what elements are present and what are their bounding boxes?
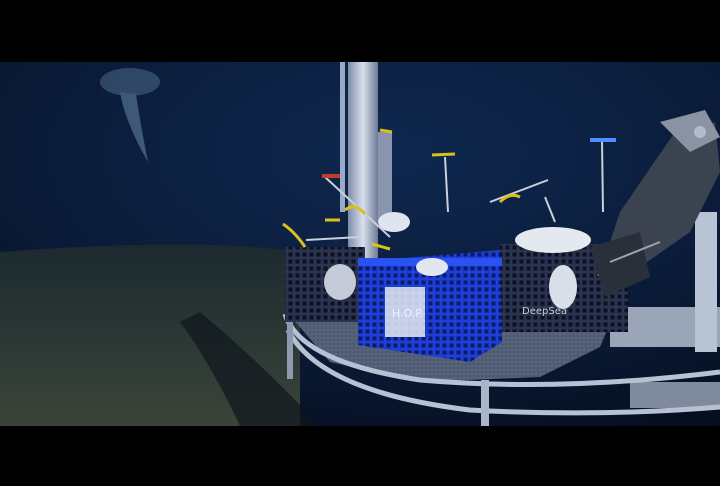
lower-plate xyxy=(630,382,720,408)
letterbox-top xyxy=(0,0,720,62)
sample-bag xyxy=(324,264,356,300)
crate-label: H.O.P. xyxy=(392,307,424,320)
letterbox-bottom xyxy=(0,426,720,486)
side-pipe xyxy=(340,62,345,212)
pole-bracket xyxy=(378,132,392,222)
railing-post xyxy=(287,317,293,379)
red-tag xyxy=(322,174,340,178)
blue-crate xyxy=(358,250,502,362)
railing-post xyxy=(481,380,489,426)
deep-sea-scene: DeepSea H.O.P. xyxy=(0,62,720,426)
support-strut xyxy=(695,212,717,352)
white-disc xyxy=(515,227,591,253)
sample-bag xyxy=(549,265,577,309)
blue-tag xyxy=(590,138,616,142)
